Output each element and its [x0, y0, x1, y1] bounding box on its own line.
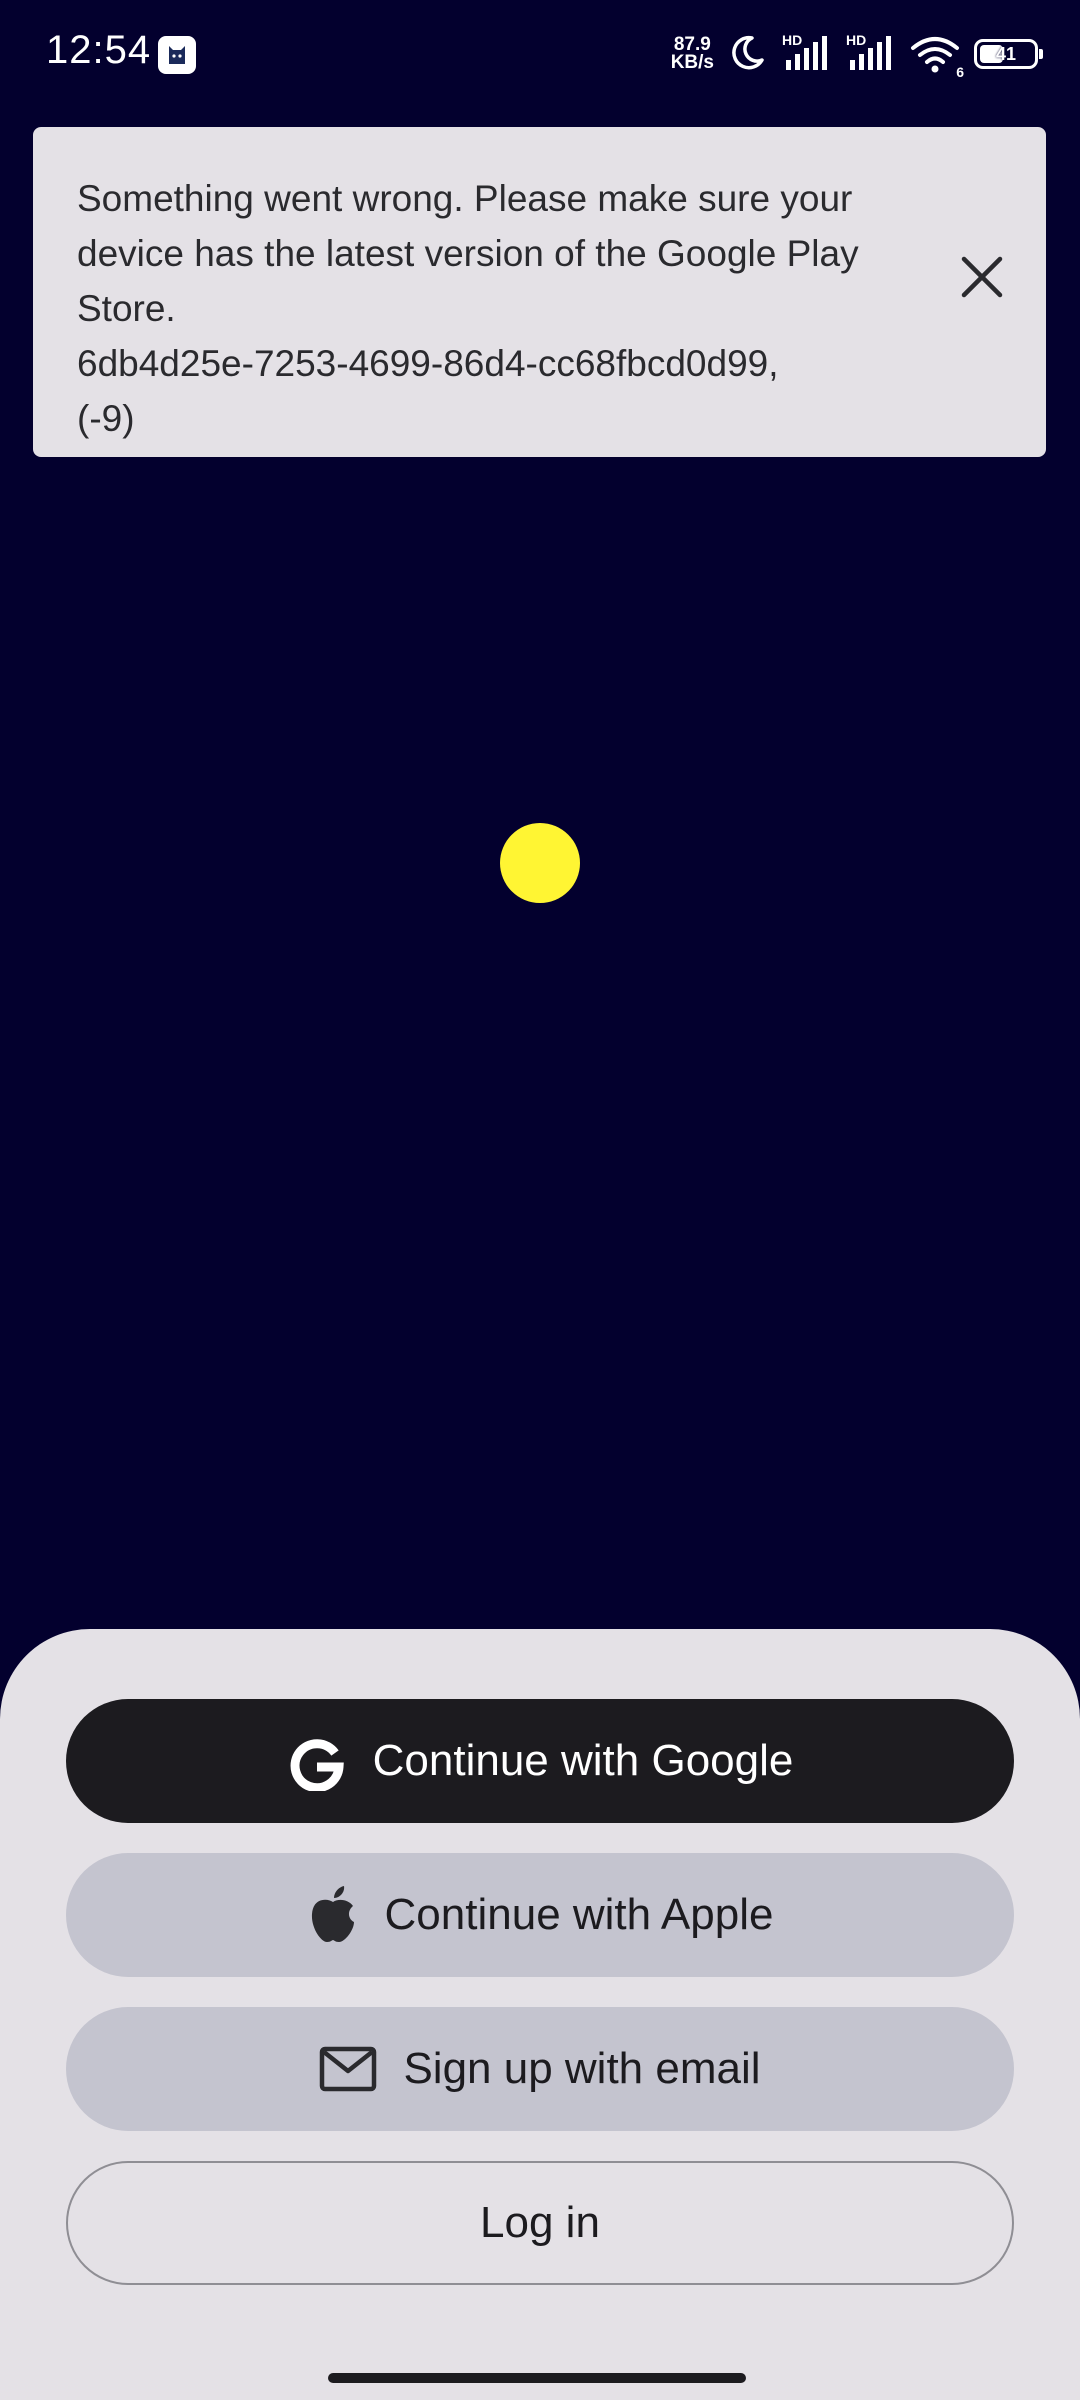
network-speed: 87.9 KB/s — [670, 35, 714, 73]
wifi-badge: 6 — [956, 64, 964, 80]
battery-icon: 41 — [974, 39, 1043, 69]
signal-icon: HD — [782, 32, 832, 74]
sign-up-with-email-button[interactable]: Sign up with email — [66, 2007, 1014, 2131]
error-banner: Something went wrong. Please make sure y… — [33, 127, 1046, 457]
continue-with-google-button[interactable]: Continue with Google — [66, 1699, 1014, 1823]
email-button-label: Sign up with email — [403, 2044, 761, 2093]
login-button-label: Log in — [480, 2198, 600, 2247]
close-button[interactable] — [952, 247, 1012, 307]
home-indicator[interactable] — [328, 2373, 746, 2383]
network-speed-unit: KB/s — [670, 52, 714, 73]
apple-icon — [307, 1884, 359, 1946]
continue-with-apple-button[interactable]: Continue with Apple — [66, 1853, 1014, 1977]
signal-icon-2: HD — [846, 32, 896, 74]
auth-bottom-sheet: Continue with Google Continue with Apple… — [0, 1629, 1080, 2400]
status-indicators: 87.9 KB/s HD HD 6 41 — [670, 28, 1043, 80]
app-notification-icon — [158, 36, 196, 74]
status-bar: 12:54 87.9 KB/s HD HD 6 41 — [0, 0, 1080, 110]
google-button-label: Continue with Google — [372, 1736, 794, 1785]
apple-button-label: Continue with Apple — [384, 1890, 774, 1939]
wifi-icon: 6 — [910, 34, 964, 80]
error-message: Something went wrong. Please make sure y… — [77, 178, 859, 439]
mail-icon — [319, 2046, 377, 2092]
status-time: 12:54 — [46, 28, 152, 72]
moon-icon — [728, 32, 768, 77]
google-icon — [287, 1731, 347, 1791]
log-in-button[interactable]: Log in — [66, 2161, 1014, 2285]
loading-dot — [500, 823, 580, 903]
battery-percent: 41 — [995, 43, 1017, 64]
close-icon — [961, 256, 1003, 298]
